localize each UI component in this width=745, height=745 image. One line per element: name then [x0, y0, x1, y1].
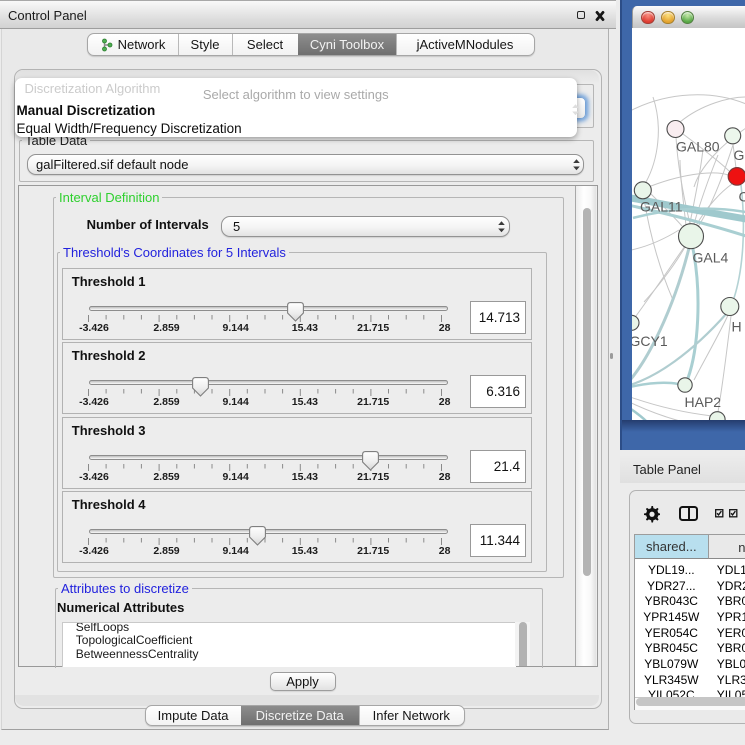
svg-text:GAL80: GAL80 — [676, 139, 720, 155]
svg-text:HAP2: HAP2 — [685, 394, 722, 410]
svg-text:GAL11: GAL11 — [640, 199, 683, 215]
svg-text:GCY1: GCY1 — [632, 333, 668, 349]
svg-text:C: C — [739, 189, 745, 205]
svg-text:GAL4: GAL4 — [693, 250, 729, 266]
svg-text:H: H — [732, 319, 742, 335]
svg-text:G.: G. — [734, 147, 745, 163]
